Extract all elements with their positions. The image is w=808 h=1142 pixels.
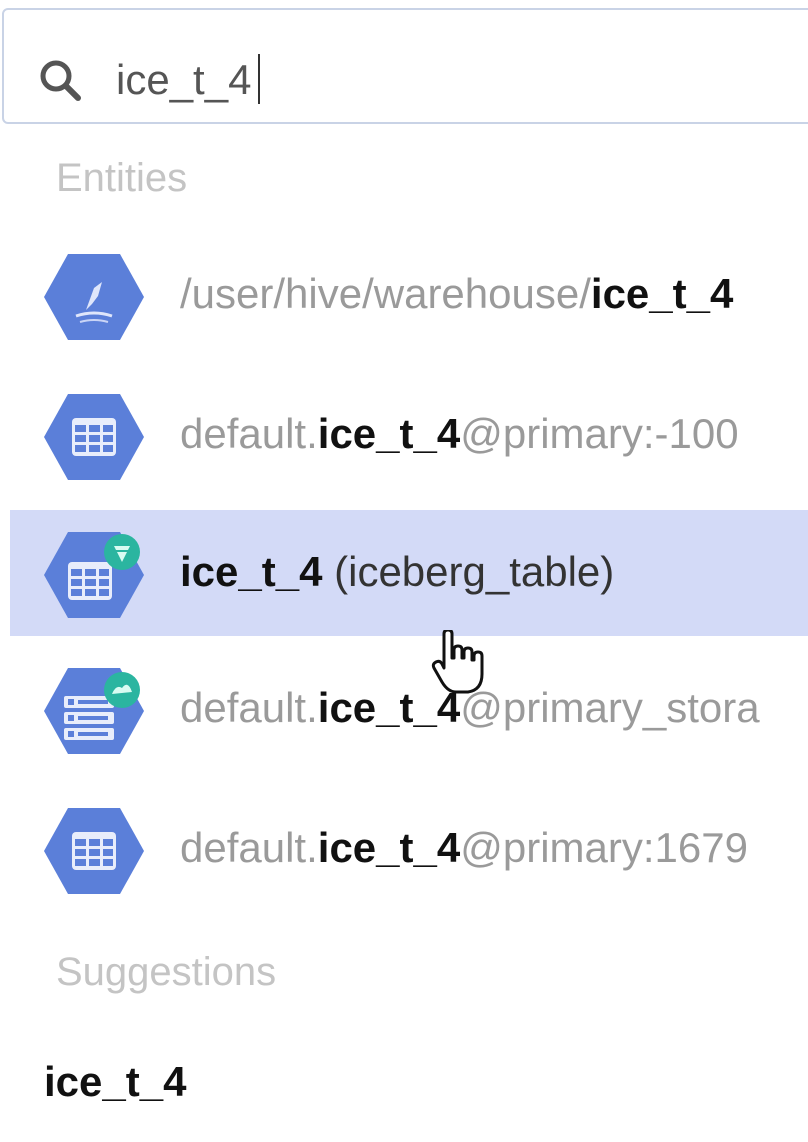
entity-result-label: default.ice_t_4@primary:1679: [180, 824, 748, 871]
entity-result-label: ice_t_4 (iceberg_table): [180, 548, 615, 595]
entity-result-row[interactable]: /user/hive/warehouse/ice_t_4: [10, 232, 808, 358]
entity-result-row[interactable]: default.ice_t_4@primary:-100: [10, 372, 808, 498]
suggestion-item[interactable]: ice_t_4: [44, 1058, 186, 1106]
entities-section-label: Entities: [56, 156, 188, 200]
search-input[interactable]: [116, 50, 776, 110]
hand-cursor-icon: [431, 630, 484, 694]
hdfs-path-icon: [44, 254, 144, 340]
search-icon: [40, 60, 81, 101]
entity-result-label: default.ice_t_4@primary:-100: [180, 410, 739, 457]
entity-result-row-selected[interactable]: ice_t_4 (iceberg_table): [10, 510, 808, 636]
iceberg-table-icon: [44, 532, 144, 618]
search-dropdown-panel: Entities /user/hive/warehouse/ice_t_4 de…: [0, 0, 808, 1142]
table-icon: [44, 394, 144, 480]
entity-result-label: /user/hive/warehouse/ice_t_4: [180, 270, 734, 317]
entity-result-row[interactable]: default.ice_t_4@primary:1679: [10, 786, 808, 912]
storage-table-icon: [44, 668, 144, 754]
text-caret: [258, 54, 260, 104]
table-icon: [44, 808, 144, 894]
search-box[interactable]: [2, 8, 808, 124]
suggestions-section-label: Suggestions: [56, 950, 277, 994]
entity-result-row[interactable]: default.ice_t_4@primary_stora: [10, 646, 808, 772]
